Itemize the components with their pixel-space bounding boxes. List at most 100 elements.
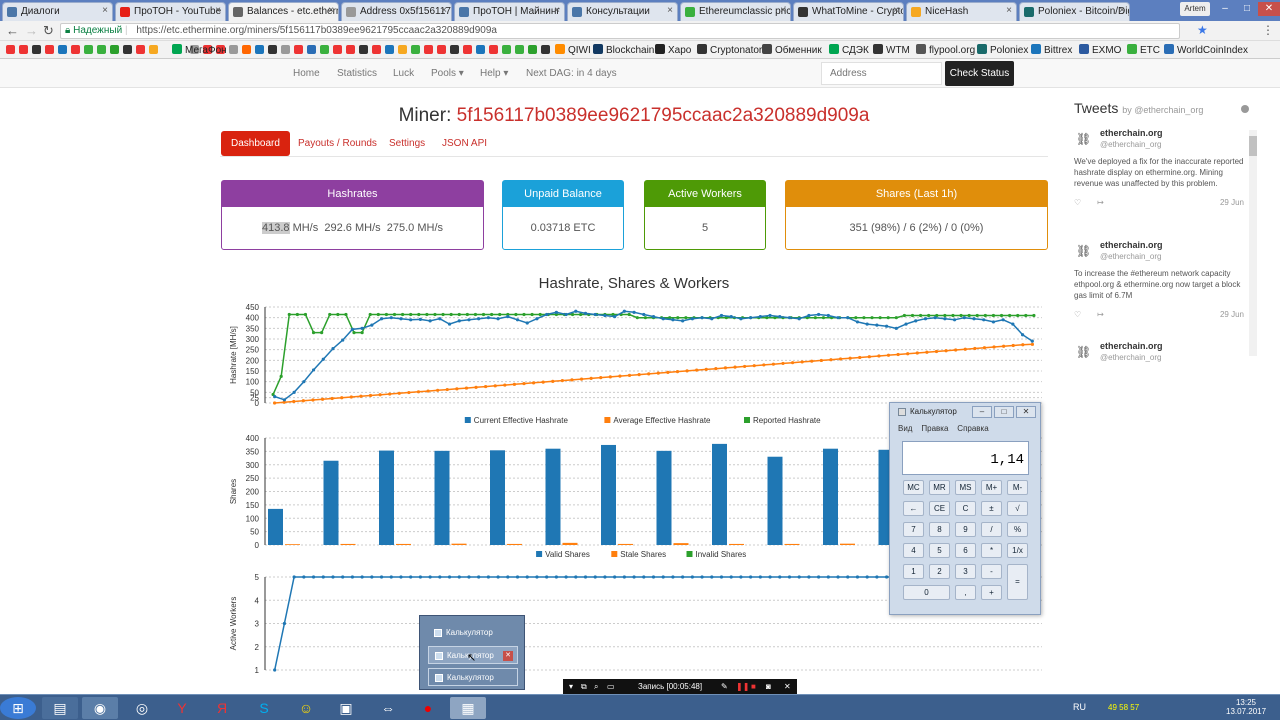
bookmark-icon[interactable] <box>294 45 303 54</box>
tab-settings[interactable]: Settings <box>379 131 435 156</box>
recorder-region-icon[interactable]: ▭ <box>607 679 615 694</box>
yandex-icon[interactable]: Я <box>204 697 240 719</box>
share-icon[interactable]: ↦ <box>1097 310 1104 319</box>
bookmark-item[interactable]: Blockchain <box>593 44 654 56</box>
bookmark-icon[interactable] <box>136 45 145 54</box>
start-button[interactable]: ⊞ <box>0 697 36 719</box>
calc-key[interactable]: MR <box>929 480 950 495</box>
browser-tab[interactable]: Poloniex - Bitcoin/Digi × <box>1019 2 1130 21</box>
bookmark-icon[interactable] <box>110 45 119 54</box>
calc-key[interactable]: MC <box>903 480 924 495</box>
thumbnail-close-icon[interactable]: ✕ <box>503 651 513 661</box>
bookmark-icon[interactable] <box>385 45 394 54</box>
calc-key[interactable]: 7 <box>903 522 924 537</box>
share-icon[interactable]: ↦ <box>1097 198 1104 207</box>
browser-tab[interactable]: Balances - etc.ethermi × <box>228 2 339 21</box>
browser-tab[interactable]: Диалоги × <box>2 2 113 21</box>
bookmark-item[interactable]: ETC <box>1127 44 1160 56</box>
bookmark-item[interactable]: Обменник <box>762 44 822 56</box>
browser-tab[interactable]: Консультации × <box>567 2 678 21</box>
bookmark-icon[interactable] <box>229 45 238 54</box>
bookmark-star-icon[interactable]: ★ <box>1197 23 1208 37</box>
back-arrow-icon[interactable]: ← <box>6 23 19 38</box>
recorder-pause-icon[interactable]: ❚❚ <box>736 679 749 694</box>
calc-key[interactable]: 3 <box>955 564 976 579</box>
bookmark-icon[interactable] <box>255 45 264 54</box>
calc-key[interactable]: 1 <box>903 564 924 579</box>
forward-arrow-icon[interactable]: → <box>25 23 38 38</box>
browser-tab[interactable]: WhatToMine - Crypto × <box>793 2 904 21</box>
tweets-by[interactable]: by @etherchain_org <box>1122 105 1203 115</box>
bookmark-icon[interactable] <box>333 45 342 54</box>
calc-key[interactable]: / <box>981 522 1002 537</box>
tab-close-icon[interactable]: × <box>1119 5 1125 16</box>
tweet-handle[interactable]: @etherchain_org <box>1100 352 1244 363</box>
bookmark-icon[interactable] <box>359 45 368 54</box>
recorder-menu-icon[interactable]: ▾ <box>569 679 573 694</box>
recorder-camera-icon[interactable]: ◙ <box>766 679 771 694</box>
calculator-close-button[interactable]: ✕ <box>1016 406 1036 418</box>
bookmark-icon[interactable] <box>71 45 80 54</box>
bookmark-icon[interactable] <box>398 45 407 54</box>
calc-menu-edit[interactable]: Правка <box>921 424 948 433</box>
bookmark-icon[interactable] <box>372 45 381 54</box>
browser-tab[interactable]: NiceHash × <box>906 2 1017 21</box>
heart-icon[interactable]: ♡ <box>1074 310 1081 319</box>
clock[interactable]: 13:25 13.07.2017 <box>1226 698 1266 716</box>
calc-key[interactable]: 8 <box>929 522 950 537</box>
bookmark-item[interactable]: Bittrex <box>1031 44 1072 56</box>
check-status-button[interactable]: Check Status <box>945 61 1014 86</box>
recorder-pen-icon[interactable]: ✎ <box>721 679 728 694</box>
calc-menu-help[interactable]: Справка <box>957 424 988 433</box>
bookmark-icon[interactable] <box>346 45 355 54</box>
address-search-input[interactable] <box>821 62 942 85</box>
calc-key[interactable]: ← <box>903 501 924 516</box>
explorer-icon[interactable]: ▤ <box>42 697 78 719</box>
tab-close-icon[interactable]: × <box>215 5 221 16</box>
nav-help[interactable]: Help ▾ <box>480 68 508 79</box>
language-indicator[interactable]: RU <box>1073 702 1086 712</box>
bookmark-icon[interactable] <box>97 45 106 54</box>
tab-close-icon[interactable]: × <box>893 5 899 16</box>
bookmark-item[interactable]: flypool.org <box>916 44 975 56</box>
bookmark-icon[interactable] <box>528 45 537 54</box>
browser-tab[interactable]: Address 0x5f156117 × <box>341 2 452 21</box>
recorder-app-icon[interactable]: ● <box>410 697 446 719</box>
calc-key[interactable]: ± <box>981 501 1002 516</box>
minimize-window-button[interactable]: – <box>1214 2 1236 16</box>
skype-icon[interactable]: S <box>246 697 282 719</box>
calc-key[interactable]: M- <box>1007 480 1028 495</box>
tab-close-icon[interactable]: × <box>441 5 447 16</box>
bookmark-icon[interactable] <box>58 45 67 54</box>
bookmark-item[interactable]: Харо <box>655 44 691 56</box>
calculator-maximize-button[interactable]: □ <box>994 406 1014 418</box>
bookmark-icon[interactable] <box>515 45 524 54</box>
thumbnail-item[interactable]: Калькулятор <box>428 668 518 686</box>
bookmark-icon[interactable] <box>45 45 54 54</box>
tab-close-icon[interactable]: × <box>667 5 673 16</box>
bookmark-icon[interactable] <box>242 45 251 54</box>
calc-menu-view[interactable]: Вид <box>898 424 912 433</box>
calc-key[interactable]: 2 <box>929 564 950 579</box>
calc-key[interactable]: % <box>1007 522 1028 537</box>
calc-key[interactable]: 0 <box>903 585 950 600</box>
bookmark-icon[interactable] <box>320 45 329 54</box>
nav-pools[interactable]: Pools ▾ <box>431 68 464 79</box>
nav-luck[interactable]: Luck <box>393 68 414 79</box>
bookmark-icon[interactable] <box>149 45 158 54</box>
chrome-icon[interactable]: ◉ <box>82 697 118 719</box>
tweet-handle[interactable]: @etherchain_org <box>1100 251 1244 262</box>
calc-key[interactable]: - <box>981 564 1002 579</box>
calc-key[interactable]: 1/x <box>1007 543 1028 558</box>
tab-close-icon[interactable]: × <box>554 5 560 16</box>
url-input[interactable]: 🔒︎ Надежный | https://etc.ethermine.org/… <box>60 23 1180 39</box>
browser-tab[interactable]: ПроТОН - YouTube × <box>115 2 226 21</box>
bookmark-icon[interactable] <box>32 45 41 54</box>
tweet-author[interactable]: etherchain.org <box>1100 341 1244 352</box>
bookmark-icon[interactable] <box>450 45 459 54</box>
info-icon[interactable] <box>1241 105 1249 113</box>
tab-close-icon[interactable]: × <box>328 5 334 16</box>
bookmark-icon[interactable] <box>502 45 511 54</box>
calc-key[interactable]: 5 <box>929 543 950 558</box>
bookmark-item[interactable]: СДЭК <box>829 44 869 56</box>
